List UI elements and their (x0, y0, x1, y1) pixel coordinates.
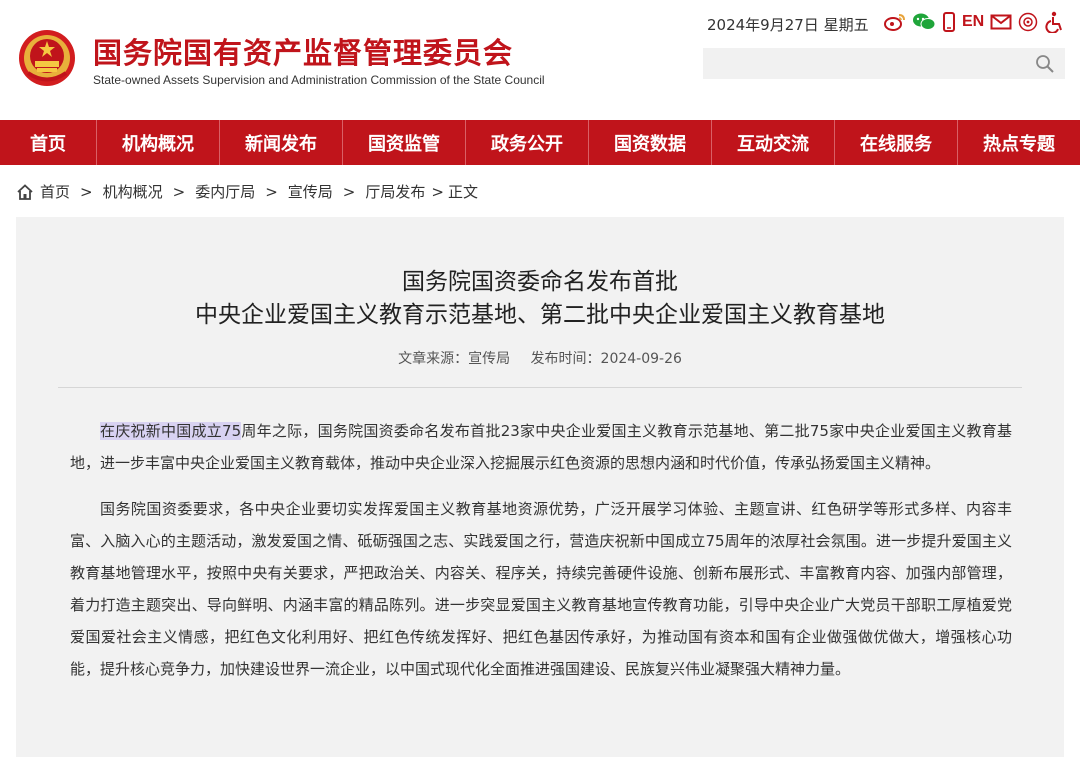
site-subtitle: State-owned Assets Supervision and Admin… (93, 73, 545, 87)
nav-item-home[interactable]: 首页 (0, 120, 97, 165)
breadcrumb-organization[interactable]: 机构概况 (103, 181, 163, 202)
breadcrumb-current: 正文 (447, 183, 478, 201)
english-link[interactable]: EN (962, 10, 984, 34)
top-toolbar: EN (884, 10, 1064, 34)
breadcrumb-bureau-release[interactable]: 厅局发布 (365, 181, 425, 202)
article-meta: 文章来源：宣传局 发布时间：2024-09-26 (16, 348, 1064, 368)
breadcrumb-publicity-bureau[interactable]: 宣传局 (288, 181, 333, 202)
mobile-icon[interactable] (942, 10, 956, 34)
article-title-line1: 国务院国资委命名发布首批 (402, 269, 678, 295)
search-box (703, 48, 1065, 79)
search-icon[interactable] (1035, 54, 1055, 74)
title-divider (58, 387, 1022, 388)
article-source: 文章来源：宣传局 (398, 351, 511, 367)
article-title-line2: 中央企业爱国主义教育示范基地、第二批中央企业爱国主义教育基地 (195, 302, 885, 328)
nav-item-online-service[interactable]: 在线服务 (835, 120, 958, 165)
nav-item-supervision[interactable]: 国资监管 (343, 120, 466, 165)
breadcrumb-departments[interactable]: 委内厅局 (195, 181, 255, 202)
accessibility-icon[interactable] (1044, 10, 1064, 34)
breadcrumb-separator: > (80, 182, 93, 201)
selected-text[interactable]: 在庆祝新中国成立75 (100, 422, 242, 440)
site-header: 国务院国有资产监督管理委员会 State-owned Assets Superv… (0, 0, 1080, 120)
wechat-icon[interactable] (912, 10, 936, 34)
breadcrumb-separator: > (342, 182, 356, 201)
site-title[interactable]: 国务院国有资产监督管理委员会 (93, 30, 513, 72)
national-emblem-icon[interactable] (18, 28, 76, 88)
main-nav: 首页 机构概况 新闻发布 国资监管 政务公开 国资数据 互动交流 在线服务 热点… (0, 120, 1080, 165)
elder-care-icon[interactable] (1018, 10, 1038, 34)
nav-item-data[interactable]: 国资数据 (589, 120, 712, 165)
breadcrumb-home[interactable]: 首页 (40, 181, 70, 202)
article-publish-time: 发布时间：2024-09-26 (530, 351, 682, 367)
weibo-icon[interactable] (884, 10, 906, 34)
nav-item-interaction[interactable]: 互动交流 (712, 120, 835, 165)
article-paragraph: 在庆祝新中国成立75周年之际，国务院国资委命名发布首批23家中央企业爱国主义教育… (70, 415, 1012, 479)
article-title: 国务院国资委命名发布首批 中央企业爱国主义教育示范基地、第二批中央企业爱国主义教… (16, 266, 1064, 332)
current-date: 2024年9月27日 星期五 (707, 16, 869, 34)
nav-item-organization[interactable]: 机构概况 (97, 120, 220, 165)
nav-item-topics[interactable]: 热点专题 (958, 120, 1080, 165)
nav-item-gov-affairs[interactable]: 政务公开 (466, 120, 589, 165)
breadcrumb-separator: > (431, 182, 444, 201)
breadcrumb-separator: > (265, 182, 278, 201)
breadcrumb: 首页 > 机构概况 > 委内厅局 > 宣传局 > 厅局发布 > 正文 (16, 181, 478, 202)
article-panel: 国务院国资委命名发布首批 中央企业爱国主义教育示范基地、第二批中央企业爱国主义教… (16, 217, 1064, 757)
mail-icon[interactable] (990, 10, 1012, 34)
nav-item-news[interactable]: 新闻发布 (220, 120, 343, 165)
article-body: 在庆祝新中国成立75周年之际，国务院国资委命名发布首批23家中央企业爱国主义教育… (70, 415, 1012, 699)
article-paragraph: 国务院国资委要求，各中央企业要切实发挥爱国主义教育基地资源优势，广泛开展学习体验… (70, 500, 1012, 678)
home-icon (17, 183, 33, 200)
search-input[interactable] (703, 48, 1023, 79)
breadcrumb-separator: > (172, 182, 186, 201)
